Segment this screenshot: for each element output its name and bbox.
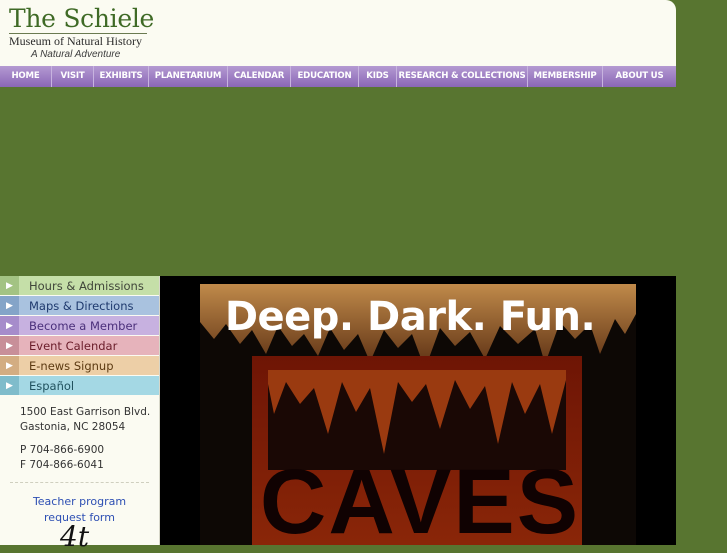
sidebar-link-maps-directions[interactable]: ▶ Maps & Directions [0, 296, 159, 315]
nav-calendar[interactable]: CALENDAR [228, 66, 291, 87]
museum-logo[interactable]: The Schiele Museum of Natural History A … [9, 5, 154, 62]
sidebar-link-event-calendar[interactable]: ▶ Event Calendar [0, 336, 159, 355]
fax-number: F 704-866-6041 [20, 459, 104, 471]
address-block: 1500 East Garrison Blvd. Gastonia, NC 28… [0, 396, 159, 473]
sidebar: ▶ Hours & Admissions ▶ Maps & Directions ▶ Be… [0, 276, 160, 545]
sidebar-link-label: Event Calendar [29, 338, 118, 353]
main-feature: Deep. Dark. Fun. CAVES [160, 276, 676, 545]
sidebar-link-label: Become a Member [29, 318, 138, 333]
address-city: Gastonia, NC 28054 [20, 421, 126, 433]
nav-planetarium[interactable]: PLANETARIUM [149, 66, 228, 87]
caves-exhibit-banner[interactable]: Deep. Dark. Fun. CAVES [200, 284, 636, 545]
sidebar-link-become-a-member[interactable]: ▶ Become a Member [0, 316, 159, 335]
arrow-right-icon: ▶ [0, 356, 19, 375]
logo-tagline: A Natural Adventure [31, 49, 121, 60]
phone-number: P 704-866-6900 [20, 444, 105, 456]
sidebar-link-label: Maps & Directions [29, 298, 134, 313]
arrow-right-icon: ▶ [0, 296, 19, 315]
address-street: 1500 East Garrison Blvd. [20, 406, 151, 418]
partial-badge-graphic: 4t [60, 520, 90, 553]
nav-research-collections[interactable]: RESEARCH & COLLECTIONS [397, 66, 528, 87]
arrow-right-icon: ▶ [0, 376, 19, 395]
nav-exhibits[interactable]: EXHIBITS [94, 66, 149, 87]
nav-home[interactable]: HOME [0, 66, 52, 87]
arrow-right-icon: ▶ [0, 336, 19, 355]
sidebar-link-label: Hours & Admissions [29, 278, 144, 293]
teacher-link-line1: Teacher program [32, 495, 127, 508]
quick-links: ▶ Hours & Admissions ▶ Maps & Directions ▶ Be… [0, 276, 159, 395]
nav-education[interactable]: EDUCATION [291, 66, 359, 87]
nav-membership[interactable]: MEMBERSHIP [528, 66, 603, 87]
site-header: The Schiele Museum of Natural History A … [0, 0, 676, 66]
sidebar-link-e-news-signup[interactable]: ▶ E-news Signup [0, 356, 159, 375]
sidebar-link-espa-ol[interactable]: ▶ Español [0, 376, 159, 395]
sidebar-link-hours-admissions[interactable]: ▶ Hours & Admissions [0, 276, 159, 295]
banner-headline: Deep. Dark. Fun. [224, 294, 596, 340]
nav-about-us[interactable]: ABOUT US [603, 66, 676, 87]
banner-exhibit-title: CAVES [259, 451, 581, 545]
logo-title: The Schiele [9, 4, 155, 33]
arrow-right-icon: ▶ [0, 276, 19, 295]
nav-visit[interactable]: VISIT [52, 66, 94, 87]
sidebar-link-label: Español [29, 378, 75, 393]
nav-kids[interactable]: KIDS [359, 66, 397, 87]
sidebar-divider [10, 482, 149, 483]
logo-subtitle: Museum of Natural History [9, 33, 147, 48]
arrow-right-icon: ▶ [0, 316, 19, 335]
main-navigation: HOME VISIT EXHIBITS PLANETARIUM CALENDAR… [0, 66, 676, 87]
sidebar-link-label: E-news Signup [29, 358, 114, 373]
